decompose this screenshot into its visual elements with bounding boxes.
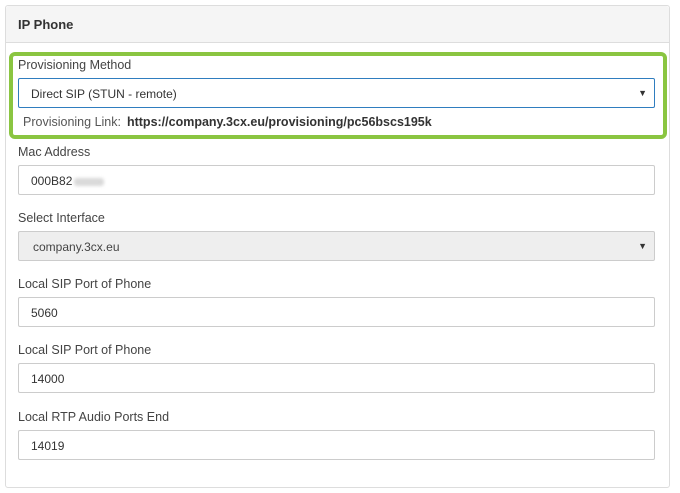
local-sip-port-label: Local SIP Port of Phone (18, 277, 152, 291)
rtp-ports-end-input[interactable]: 14019 (18, 430, 655, 460)
provisioning-link-row: Provisioning Link: https://company.3cx.eu… (23, 115, 432, 129)
mac-address-visible: 000B82 (31, 174, 73, 188)
mac-address-redacted (74, 177, 105, 186)
select-interface-value: company.3cx.eu (33, 240, 120, 254)
panel-title: IP Phone (18, 17, 74, 32)
mac-address-label: Mac Address (18, 145, 91, 159)
local-sip-port-2-label: Local SIP Port of Phone (18, 343, 152, 357)
provisioning-method-value: Direct SIP (STUN - remote) (31, 87, 177, 101)
local-sip-port-2-value: 14000 (31, 372, 65, 386)
rtp-ports-end-label: Local RTP Audio Ports End (18, 410, 170, 424)
provisioning-method-select[interactable]: Direct SIP (STUN - remote) ▼ (18, 78, 655, 108)
local-sip-port-2-input[interactable]: 14000 (18, 363, 655, 393)
provisioning-link-url[interactable]: https://company.3cx.eu/provisioning/pc56… (127, 115, 432, 129)
mac-address-input[interactable]: 000B82 (18, 165, 655, 195)
caret-down-icon: ▼ (638, 88, 647, 98)
panel-heading: IP Phone (6, 6, 669, 43)
rtp-ports-end-value: 14019 (31, 439, 65, 453)
provisioning-link-label: Provisioning Link: (23, 115, 121, 129)
mac-address-value: 000B82 (31, 174, 105, 188)
caret-down-icon: ▼ (638, 241, 647, 251)
select-interface-select[interactable]: company.3cx.eu ▼ (18, 231, 655, 261)
select-interface-label: Select Interface (18, 211, 105, 225)
local-sip-port-input[interactable]: 5060 (18, 297, 655, 327)
local-sip-port-value: 5060 (31, 306, 58, 320)
provisioning-method-label: Provisioning Method (18, 58, 132, 72)
